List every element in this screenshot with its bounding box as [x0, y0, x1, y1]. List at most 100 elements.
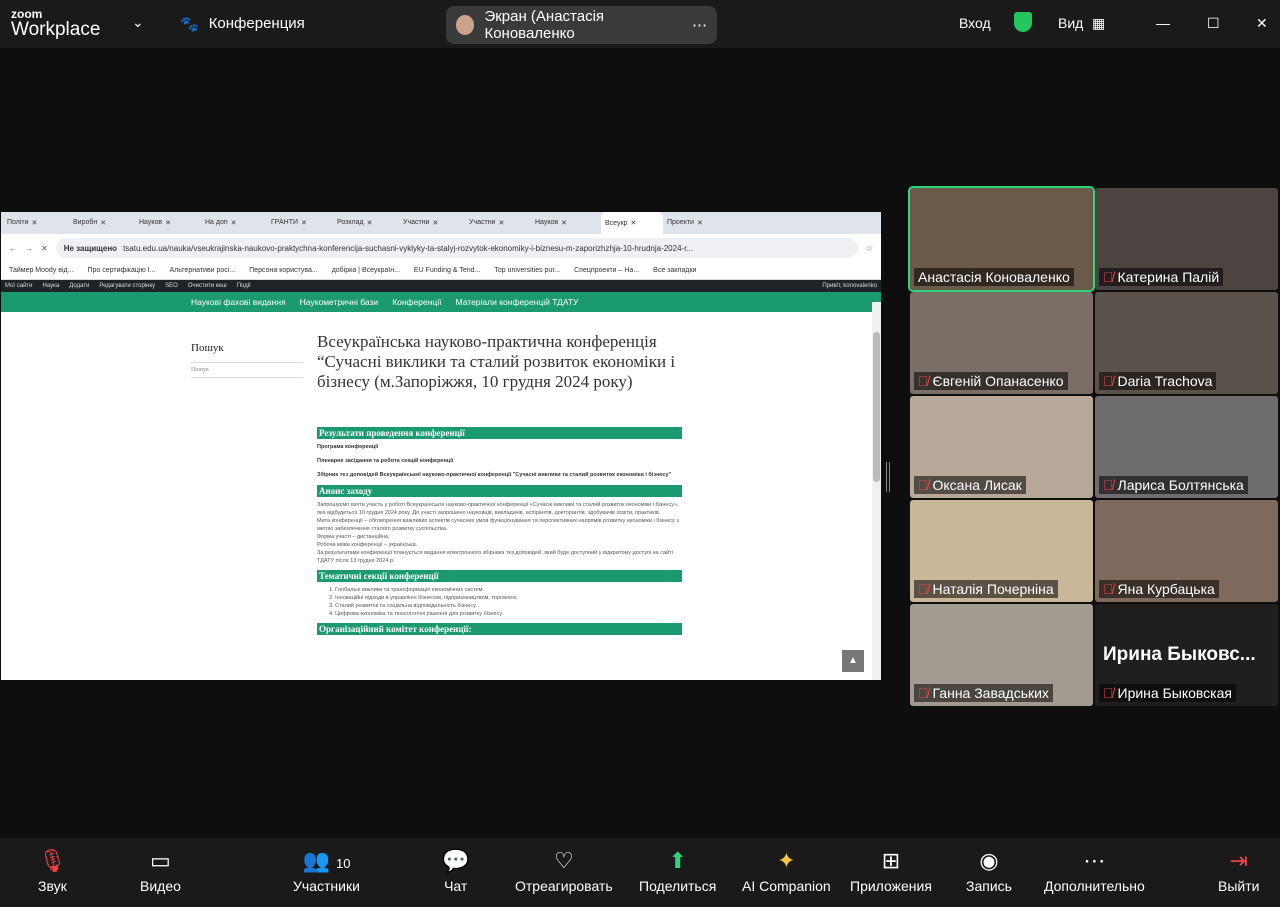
- wp-admin-item[interactable]: Очистити кеш: [188, 283, 227, 289]
- close-icon[interactable]: ✕: [630, 219, 636, 227]
- browser-tab[interactable]: Участни ✕: [469, 219, 531, 227]
- more-icon[interactable]: ⋯: [692, 16, 707, 34]
- star-icon[interactable]: ☆: [866, 244, 873, 253]
- participant-tile[interactable]: 🎙̸ Ганна Завадських: [910, 604, 1093, 706]
- scrollbar[interactable]: [872, 302, 881, 680]
- wp-greeting[interactable]: Привіт, konovalenko: [822, 283, 877, 289]
- list-item: 1. Глобальні виклики та трансформація ек…: [329, 587, 484, 593]
- close-icon[interactable]: ✕: [432, 219, 438, 227]
- view-grid-icon[interactable]: ▦: [1092, 15, 1105, 32]
- participant-tile[interactable]: 🎙̸ Євгеній Опанасенко: [910, 292, 1093, 394]
- participant-tile[interactable]: 🎙̸ Наталія Почерніна: [910, 500, 1093, 602]
- close-icon[interactable]: ✕: [32, 219, 38, 227]
- wp-admin-item[interactable]: Додати: [69, 283, 89, 289]
- participant-tile[interactable]: 🎙̸ Катерина Палій: [1095, 188, 1278, 290]
- participant-name-label: 🎙̸ Яна Курбацька: [1099, 580, 1219, 598]
- participant-name: Ирина Быковская: [1117, 685, 1232, 701]
- browser-tab[interactable]: Науков ✕: [139, 219, 201, 227]
- participant-tile[interactable]: 🎙̸ Daria Trachova: [1095, 292, 1278, 394]
- browser-tab[interactable]: Всеукр ✕: [601, 212, 663, 234]
- more-button[interactable]: ⋯ Дополнительно: [1044, 848, 1145, 894]
- wp-admin-item[interactable]: Події: [237, 283, 251, 289]
- participant-tile[interactable]: 🎙̸ Яна Курбацька: [1095, 500, 1278, 602]
- browser-tab[interactable]: Виробн ✕: [73, 219, 135, 227]
- mic-muted-icon: 🎙̸: [1103, 685, 1114, 701]
- wp-admin-item[interactable]: SEO: [165, 283, 178, 289]
- nav-link[interactable]: Наукові фахові видання: [191, 297, 286, 307]
- participant-tile[interactable]: 🎙̸ Оксана Лисак: [910, 396, 1093, 498]
- leave-button[interactable]: ⇥ Выйти: [1218, 848, 1259, 894]
- signin-button[interactable]: Вход: [959, 15, 991, 31]
- audio-button[interactable]: 🎙 Звук: [38, 848, 67, 894]
- wp-admin-item[interactable]: Редагувати сторінку: [99, 283, 155, 289]
- resize-handle[interactable]: [886, 462, 890, 492]
- paragraph: Запрошуємо взяти участь у роботі Всеукра…: [317, 502, 679, 516]
- wp-admin-item[interactable]: Наука: [43, 283, 60, 289]
- meeting-info-button[interactable]: 🐾 Конференция: [180, 15, 305, 33]
- bookmark[interactable]: Top universities pur...: [494, 267, 560, 274]
- participant-name-label: Анастасія Коноваленко: [914, 268, 1074, 286]
- wp-admin-item[interactable]: Мої сайти: [5, 283, 33, 289]
- minimize-button[interactable]: —: [1156, 15, 1170, 31]
- participant-tile[interactable]: Ирина Быковс... 🎙̸ Ирина Быковская: [1095, 604, 1278, 706]
- shield-icon[interactable]: [1014, 12, 1032, 32]
- nav-link[interactable]: Матеріали конференцій ТДАТУ: [456, 297, 579, 307]
- participant-name-label: 🎙̸ Оксана Лисак: [914, 476, 1026, 494]
- close-icon[interactable]: ✕: [498, 219, 504, 227]
- participant-name-label: 🎙̸ Daria Trachova: [1099, 372, 1217, 390]
- paragraph: Форма участі – дистанційна.: [317, 534, 390, 540]
- chat-button[interactable]: 💬 Чат: [442, 848, 469, 894]
- bookmark[interactable]: Все закладки: [653, 267, 696, 274]
- close-button[interactable]: ✕: [1256, 15, 1268, 32]
- screen-share-indicator[interactable]: Экран (Анастасія Коноваленко ⋯: [446, 6, 717, 44]
- browser-tab[interactable]: Науков ✕: [535, 219, 597, 227]
- result-link[interactable]: Пленарне засідання та робота секцій конф…: [317, 457, 682, 465]
- participant-name: Яна Курбацька: [1117, 581, 1215, 597]
- bookmark[interactable]: Персона користува...: [249, 267, 317, 274]
- participant-name: Євгеній Опанасенко: [932, 373, 1064, 389]
- view-button[interactable]: Вид: [1058, 15, 1083, 31]
- search-input[interactable]: Пошук: [191, 362, 303, 378]
- bookmark[interactable]: Спецпроекти – На...: [574, 267, 639, 274]
- apps-button[interactable]: ⊞ Приложения: [850, 848, 932, 894]
- participant-tile[interactable]: Анастасія Коноваленко: [908, 186, 1095, 292]
- browser-tab[interactable]: Політи ✕: [7, 219, 69, 227]
- browser-tab[interactable]: Розклад ✕: [337, 219, 399, 227]
- close-icon[interactable]: ✕: [100, 219, 106, 227]
- close-icon[interactable]: ✕: [367, 219, 373, 227]
- close-icon[interactable]: ✕: [231, 219, 237, 227]
- forward-icon[interactable]: →: [25, 244, 33, 253]
- react-button[interactable]: ♡ Отреагировать: [515, 848, 613, 894]
- close-icon[interactable]: ✕: [697, 219, 703, 227]
- nav-link[interactable]: Конференції: [392, 297, 441, 307]
- browser-tab[interactable]: Участни ✕: [403, 219, 465, 227]
- close-icon[interactable]: ✕: [301, 219, 307, 227]
- browser-tab[interactable]: На доп ✕: [205, 219, 267, 227]
- result-link[interactable]: Збірник тез доповідей Всеукраїнської нау…: [317, 471, 682, 479]
- record-button[interactable]: ◉ Запись: [966, 848, 1012, 894]
- bookmark[interactable]: EU Funding & Tend...: [414, 267, 480, 274]
- participant-tile[interactable]: 🎙̸ Лариса Болтянська: [1095, 396, 1278, 498]
- share-button[interactable]: ⬆ Поделиться: [639, 848, 716, 894]
- back-icon[interactable]: ←: [9, 244, 17, 253]
- participants-button[interactable]: 👥 10 Участники: [293, 848, 360, 894]
- scroll-top-button[interactable]: ▲: [842, 650, 864, 672]
- chevron-down-icon[interactable]: ⌄: [132, 14, 144, 31]
- close-icon[interactable]: ✕: [561, 219, 567, 227]
- bookmark[interactable]: Про сертифікацію І...: [87, 267, 155, 274]
- browser-tab[interactable]: ГРАНТИ ✕: [271, 219, 333, 227]
- ai-companion-button[interactable]: ✦ AI Companion: [742, 848, 831, 894]
- meeting-toolbar: 🎙 Звук ▭ Видео 👥 10 Участники 💬 Чат ♡ Отреаги…: [0, 838, 1280, 907]
- bookmark[interactable]: Альтернативи росі...: [169, 267, 235, 274]
- bookmark[interactable]: добірка | Всеукраїн...: [332, 267, 400, 274]
- nav-link[interactable]: Наукометричні бази: [300, 297, 379, 307]
- video-button[interactable]: ▭ Видео: [140, 848, 181, 894]
- bookmark[interactable]: Таймер Moody від...: [9, 267, 73, 274]
- record-icon: ◉: [979, 848, 999, 873]
- result-link[interactable]: Програма конференції: [317, 443, 682, 451]
- stop-icon[interactable]: ✕: [41, 244, 48, 253]
- url-field[interactable]: Не защищено tsatu.edu.ua/nauka/vseukrajin…: [55, 238, 858, 258]
- browser-tab[interactable]: Проекти ✕: [667, 219, 729, 227]
- maximize-button[interactable]: ☐: [1207, 15, 1220, 32]
- close-icon[interactable]: ✕: [165, 219, 171, 227]
